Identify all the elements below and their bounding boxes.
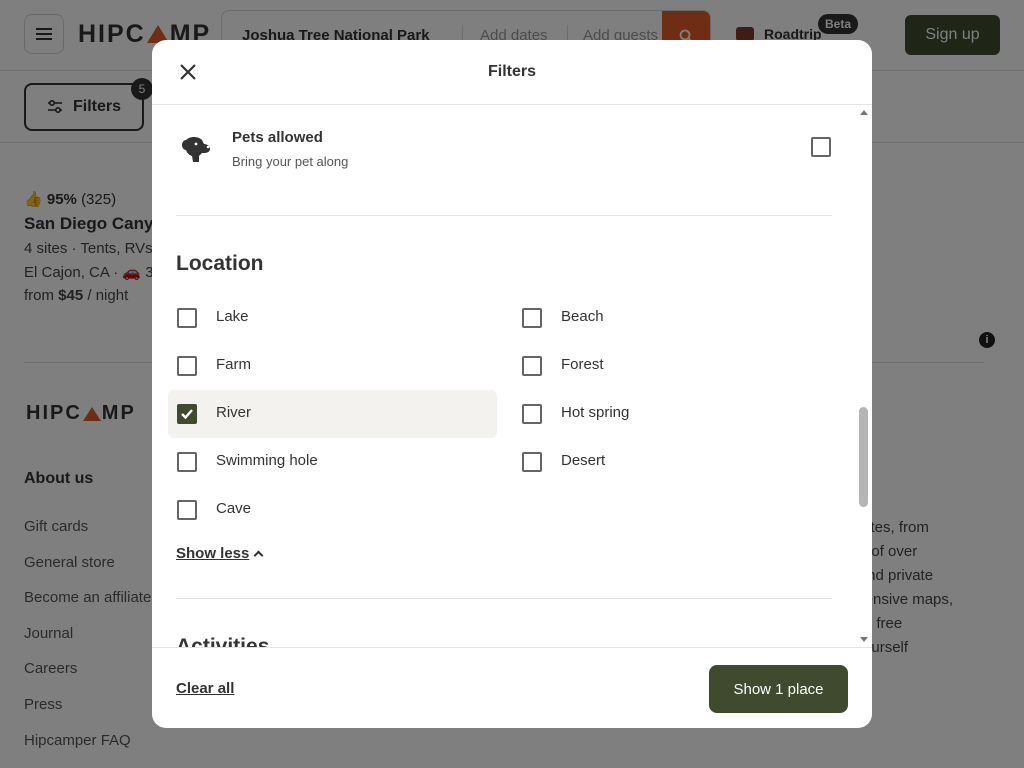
checkbox-checked[interactable] <box>177 404 197 424</box>
option-label: Desert <box>561 452 606 469</box>
option-label: Beach <box>561 308 604 325</box>
modal-body[interactable]: Pets allowed Bring your pet along Locati… <box>152 105 872 647</box>
option-label: Farm <box>216 356 251 373</box>
location-option-beach[interactable]: Beach <box>513 294 842 342</box>
checkbox[interactable] <box>522 356 542 376</box>
show-less-label: Show less <box>176 545 250 562</box>
modal-footer: Clear all Show 1 place <box>152 647 872 728</box>
option-label: Forest <box>561 356 604 373</box>
dog-icon <box>182 137 210 162</box>
clear-all-button[interactable]: Clear all <box>176 680 234 697</box>
pets-checkbox[interactable] <box>811 137 831 157</box>
location-option-cave[interactable]: Cave <box>168 486 497 534</box>
pets-subtitle: Bring your pet along <box>232 154 349 169</box>
scroll-up-arrow-icon[interactable] <box>860 110 868 115</box>
location-option-desert[interactable]: Desert <box>513 438 842 486</box>
scrollbar[interactable] <box>858 110 870 642</box>
checkbox[interactable] <box>177 452 197 472</box>
option-label: River <box>216 404 252 421</box>
checkmark-icon <box>181 409 193 420</box>
section-divider <box>176 598 832 599</box>
modal-header: Filters <box>152 40 872 105</box>
chevron-up-icon <box>253 550 264 560</box>
location-option-swimming-hole[interactable]: Swimming hole <box>168 438 497 486</box>
pets-title: Pets allowed <box>232 129 323 146</box>
scroll-down-arrow-icon[interactable] <box>860 637 868 642</box>
modal-title: Filters <box>487 63 536 80</box>
checkbox[interactable] <box>522 404 542 424</box>
pets-allowed-row[interactable]: Pets allowed Bring your pet along <box>176 129 832 215</box>
activities-heading: Activities <box>176 635 270 647</box>
location-option-lake[interactable]: Lake <box>168 294 497 342</box>
location-option-forest[interactable]: Forest <box>513 342 842 390</box>
section-divider <box>176 215 832 216</box>
checkbox[interactable] <box>177 500 197 520</box>
show-less-button[interactable]: Show less <box>176 545 264 562</box>
option-label: Swimming hole <box>216 452 318 469</box>
checkbox[interactable] <box>522 308 542 328</box>
location-option-farm[interactable]: Farm <box>168 342 497 390</box>
checkbox[interactable] <box>177 308 197 328</box>
filters-modal: Filters Pets allowed Bring your pet alon… <box>152 40 872 728</box>
option-label: Cave <box>216 500 252 517</box>
location-option-river[interactable]: River <box>168 390 497 438</box>
option-label: Hot spring <box>561 404 630 421</box>
checkbox[interactable] <box>522 452 542 472</box>
scrollbar-thumb[interactable] <box>859 407 868 507</box>
option-label: Lake <box>216 308 249 325</box>
location-option-hot-spring[interactable]: Hot spring <box>513 390 842 438</box>
location-heading: Location <box>176 252 264 275</box>
checkbox[interactable] <box>177 356 197 376</box>
show-places-button[interactable]: Show 1 place <box>709 665 848 713</box>
